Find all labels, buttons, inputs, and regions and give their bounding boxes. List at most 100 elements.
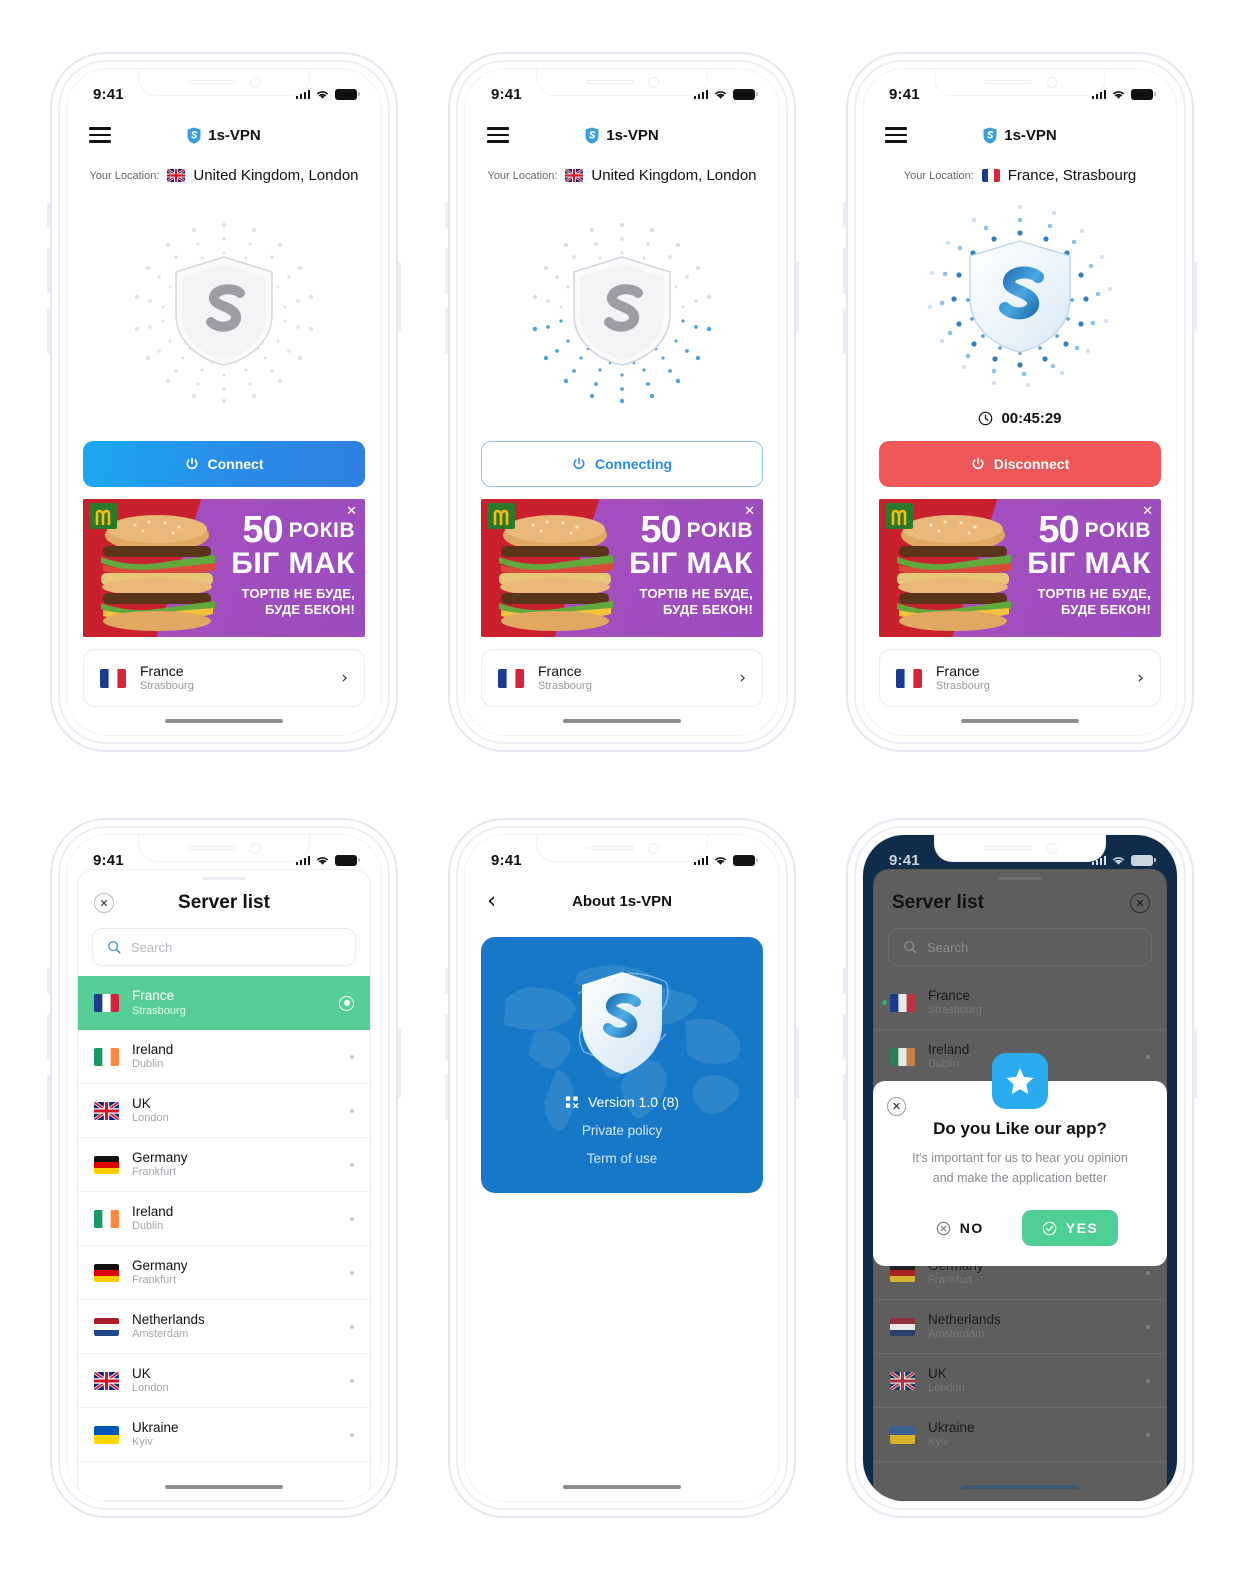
home-indicator xyxy=(67,707,381,735)
selected-server-card[interactable]: France Strasbourg › xyxy=(481,649,763,707)
fr-flag xyxy=(94,994,119,1012)
fr-flag xyxy=(890,993,915,1012)
rating-dialog: ✕ Do you Like our app? It's important fo… xyxy=(873,1053,1167,1266)
rating-yes-button[interactable]: YES xyxy=(1021,1210,1119,1246)
home-indicator xyxy=(67,1473,381,1501)
disconnect-button[interactable]: Disconnect xyxy=(879,441,1161,487)
chevron-left-icon[interactable]: ‹ xyxy=(487,889,496,913)
app-name: 1s-VPN xyxy=(208,126,261,144)
selected-server-area: France Strasbourg › xyxy=(67,637,381,707)
search-input[interactable] xyxy=(131,939,341,955)
selected-server-card[interactable]: France Strasbourg › xyxy=(83,649,365,707)
list-item-country: Ukraine xyxy=(132,1419,179,1435)
privacy-policy-link[interactable]: Private policy xyxy=(582,1123,662,1138)
search-input[interactable] xyxy=(927,939,1137,955)
phone-notch xyxy=(934,69,1106,96)
list-item-country: Netherlands xyxy=(132,1311,205,1327)
ad-number: 50 xyxy=(242,509,283,551)
search-box[interactable] xyxy=(92,928,356,966)
selected-server-city: Strasbourg xyxy=(140,679,194,692)
terms-of-use-link[interactable]: Term of use xyxy=(587,1151,658,1166)
shield-grey-icon xyxy=(134,222,314,403)
list-item-city: Frankfurt xyxy=(928,1274,973,1287)
status-dot xyxy=(350,1324,354,1329)
power-icon xyxy=(573,457,585,470)
phone-power-button xyxy=(796,262,799,332)
list-item[interactable]: Ireland Dublin xyxy=(78,1030,370,1084)
list-item[interactable]: Germany Frankfurt xyxy=(78,1246,370,1300)
location-value: France, Strasbourg xyxy=(1007,167,1137,184)
status-time: 9:41 xyxy=(491,851,522,869)
front-camera xyxy=(1045,76,1057,88)
close-circle-icon[interactable]: ✕ xyxy=(887,1097,906,1116)
connecting-button[interactable]: Connecting xyxy=(481,441,763,487)
ad-line3: ТОРТІВ НЕ БУДЕ, xyxy=(639,585,753,601)
list-item[interactable]: France Strasbourg xyxy=(78,976,370,1030)
ad-number: 50 xyxy=(1038,509,1079,551)
list-item[interactable]: UK London xyxy=(874,1354,1166,1408)
ad-banner[interactable]: 50 РОКІВ БІГ МАК ТОРТІВ НЕ БУДЕ, БУДЕ БЕ… xyxy=(83,499,365,637)
connect-button[interactable]: Connect xyxy=(83,441,365,487)
hamburger-menu-icon[interactable] xyxy=(885,127,907,143)
app-version: Version 1.0 (8) xyxy=(565,1094,679,1110)
fr-flag xyxy=(498,668,524,688)
rating-yes-label: YES xyxy=(1065,1220,1099,1236)
selected-server-area: France Strasbourg › xyxy=(863,637,1177,707)
battery-full-icon xyxy=(335,88,360,100)
close-circle-icon[interactable]: ✕ xyxy=(1130,893,1150,913)
phone-power-button xyxy=(796,1028,799,1098)
search-box[interactable] xyxy=(888,928,1152,966)
server-list-header: ✕ Server list xyxy=(78,880,370,926)
rating-dialog-subtitle: It's important for us to hear you opinio… xyxy=(912,1148,1128,1188)
phone-server-list: 9:41 ✕ Server list Search France Strasbo… xyxy=(47,818,401,1518)
hamburger-menu-icon[interactable] xyxy=(487,127,509,143)
hamburger-menu-icon[interactable] xyxy=(89,127,111,143)
location-label: Your Location: xyxy=(89,169,160,182)
status-dot xyxy=(1146,1324,1150,1329)
rating-no-button[interactable]: NO xyxy=(922,1211,998,1245)
list-item[interactable]: Ukraine Kyiv xyxy=(874,1408,1166,1462)
list-item[interactable]: Netherlands Amsterdam xyxy=(78,1300,370,1354)
ie-flag xyxy=(94,1047,119,1066)
earpiece-speaker xyxy=(187,846,236,850)
ad-banner[interactable]: 50 РОКІВ БІГ МАК ТОРТІВ НЕ БУДЕ, БУДЕ БЕ… xyxy=(481,499,763,637)
shield-s-icon xyxy=(585,127,599,143)
screen-rating-dialog: 9:41 Server list ✕ Search France Strasbo… xyxy=(863,835,1177,1501)
server-list[interactable]: France Strasbourg Ireland Dublin xyxy=(78,976,370,1500)
phone-power-button xyxy=(398,1028,401,1098)
close-icon[interactable]: ✕ xyxy=(346,505,357,518)
chevron-right-icon: › xyxy=(1137,668,1144,688)
list-item[interactable]: UK London xyxy=(78,1084,370,1138)
phone-connecting: 9:41 1s-VPN Your Location: United Kingdo… xyxy=(445,52,799,752)
list-item[interactable]: Ireland Dublin xyxy=(78,1192,370,1246)
gb-flag xyxy=(167,169,186,182)
list-item[interactable]: Ukraine Kyiv xyxy=(78,1408,370,1462)
ie-flag xyxy=(890,1047,915,1066)
phone-mute-switch xyxy=(47,968,50,994)
version-text: Version 1.0 (8) xyxy=(587,1094,680,1110)
list-item[interactable]: Netherlands Amsterdam xyxy=(874,1300,1166,1354)
list-item[interactable]: Germany Frankfurt xyxy=(78,1138,370,1192)
action-area: Connecting xyxy=(465,441,779,487)
selected-server-card[interactable]: France Strasbourg › xyxy=(879,649,1161,707)
screen-about: 9:41 ‹ About 1s-VPN Version 1.0 (8) Priv… xyxy=(465,835,779,1501)
phone-about: 9:41 ‹ About 1s-VPN Version 1.0 (8) Priv… xyxy=(445,818,799,1518)
ad-banner[interactable]: 50 РОКІВ БІГ МАК ТОРТІВ НЕ БУДЕ, БУДЕ БЕ… xyxy=(879,499,1161,637)
list-item-city: Kyiv xyxy=(132,1436,153,1449)
status-time: 9:41 xyxy=(93,851,124,869)
phone-screen-bezel: 9:41 xyxy=(862,68,1178,736)
close-icon[interactable]: ✕ xyxy=(1142,505,1153,518)
phone-power-button xyxy=(1194,1028,1197,1098)
fr-flag xyxy=(896,668,922,688)
phone-notch xyxy=(138,835,310,862)
app-header: 1s-VPN xyxy=(67,113,381,157)
close-circle-icon[interactable]: ✕ xyxy=(94,893,114,913)
list-item-city: Amsterdam xyxy=(132,1328,189,1341)
ad-line3: ТОРТІВ НЕ БУДЕ, xyxy=(1037,585,1151,601)
screen-disconnected: 9:41 1s-VPN Your Location: United Kingdo… xyxy=(67,69,381,735)
fr-flag xyxy=(100,668,126,688)
list-item[interactable]: France Strasbourg xyxy=(874,976,1166,1030)
rating-subtitle-line1: It's important for us to hear you opinio… xyxy=(912,1151,1128,1165)
close-icon[interactable]: ✕ xyxy=(744,505,755,518)
list-item[interactable]: UK London xyxy=(78,1354,370,1408)
